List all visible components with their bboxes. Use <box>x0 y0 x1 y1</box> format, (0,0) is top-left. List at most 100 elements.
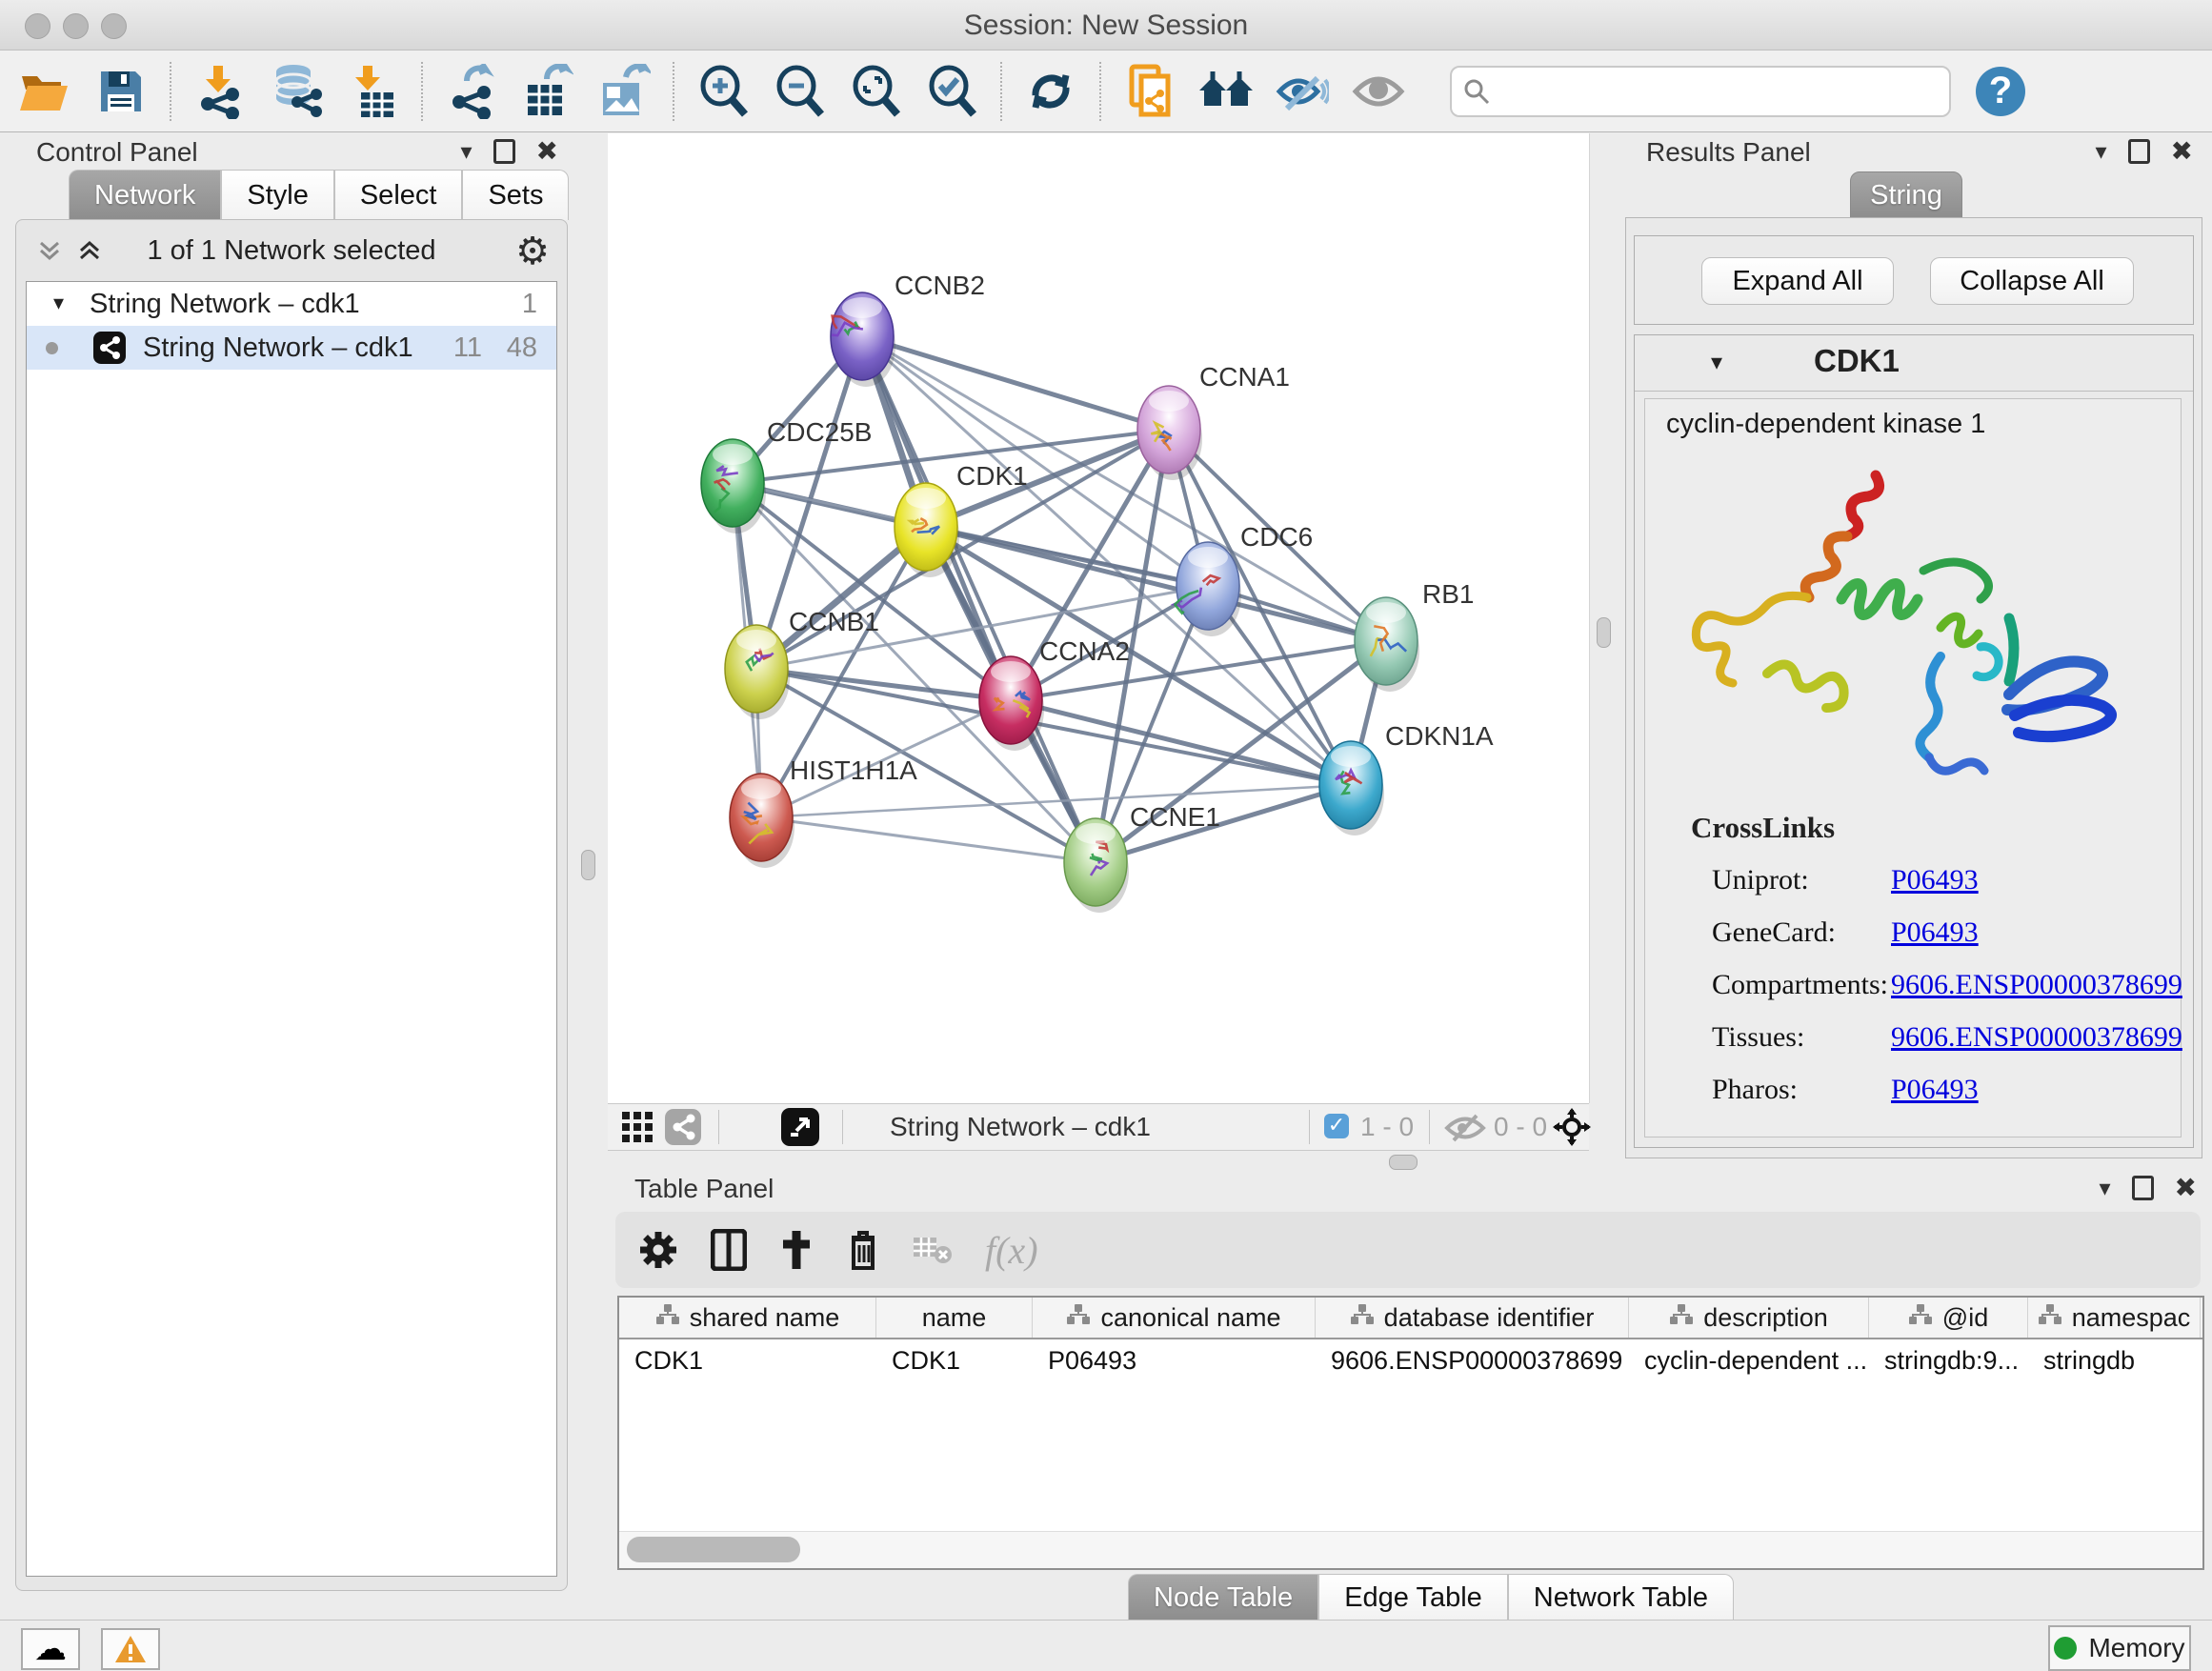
column-type-icon <box>2038 1303 2062 1333</box>
create-column-icon[interactable] <box>779 1229 814 1271</box>
table-cell[interactable]: cyclin-dependent ... <box>1629 1339 1869 1383</box>
tab-style[interactable]: Style <box>221 170 333 220</box>
network-row[interactable]: String Network – cdk1 11 48 <box>27 326 556 370</box>
tab-select[interactable]: Select <box>334 170 463 220</box>
help-button[interactable]: ? <box>1976 67 2025 116</box>
hidden-eye-icon[interactable] <box>1444 1113 1486 1148</box>
window-title: Session: New Session <box>0 10 2212 42</box>
control-panel-close-icon[interactable]: ✖ <box>536 135 558 167</box>
function-builder-icon[interactable]: f(x) <box>985 1228 1038 1273</box>
table-cell[interactable]: CDK1 <box>619 1339 876 1383</box>
expand-all-button[interactable]: Expand All <box>1701 257 1894 305</box>
results-panel-close-icon[interactable]: ✖ <box>2171 135 2193 167</box>
apply-layout-button[interactable] <box>1019 62 1082 121</box>
export-network-button[interactable] <box>440 62 503 121</box>
export-image-button[interactable] <box>593 62 655 121</box>
zoom-out-button[interactable] <box>768 62 831 121</box>
fit-content-crosshair-icon[interactable] <box>1553 1108 1591 1151</box>
table-panel-close-icon[interactable]: ✖ <box>2175 1172 2197 1203</box>
delete-column-icon[interactable] <box>846 1228 880 1272</box>
table-cell[interactable]: CDK1 <box>876 1339 1033 1383</box>
table-cell[interactable]: P06493 <box>1033 1339 1316 1383</box>
grid-view-icon[interactable] <box>621 1111 654 1148</box>
crosslink-link[interactable]: P06493 <box>1891 864 1979 896</box>
network-node-CCNE1[interactable]: CCNE1 <box>1064 802 1220 913</box>
crosslink-link[interactable]: 9606.ENSP00000378699 <box>1891 969 2182 1001</box>
collapse-all-button[interactable]: Collapse All <box>1930 257 2134 305</box>
tab-network[interactable]: Network <box>69 170 221 220</box>
network-edge-HIST1H1A-CCNE1[interactable] <box>761 817 1096 862</box>
crosslink-label: Pharos: <box>1712 1074 1798 1106</box>
open-session-button[interactable] <box>13 62 76 121</box>
collection-expand-icon[interactable]: ▾ <box>53 282 64 326</box>
tab-sets[interactable]: Sets <box>462 170 569 220</box>
tab-edge-table[interactable]: Edge Table <box>1318 1574 1508 1621</box>
right-panel-divider[interactable] <box>1589 133 1621 1143</box>
show-columns-icon[interactable] <box>711 1229 747 1271</box>
column-header-description[interactable]: description <box>1629 1298 1869 1338</box>
show-all-button[interactable] <box>1347 62 1410 121</box>
column-header-label: name <box>922 1303 987 1333</box>
birds-eye-view-icon[interactable] <box>781 1108 819 1151</box>
network-node-CCNB1[interactable]: CCNB1 <box>725 607 879 719</box>
table-panel-float-icon[interactable] <box>2132 1176 2154 1200</box>
column-header-canonical-name[interactable]: canonical name <box>1033 1298 1316 1338</box>
network-edge-CCNB2-CCNA1[interactable] <box>862 336 1169 430</box>
string-results-box: Expand All Collapse All ▾ CDK1 cyclin-de… <box>1625 217 2202 1158</box>
gene-card-header[interactable]: ▾ CDK1 <box>1635 335 2193 392</box>
results-panel-float-icon[interactable] <box>2128 139 2150 164</box>
import-table-file-button[interactable] <box>341 62 404 121</box>
column-header-name[interactable]: name <box>876 1298 1033 1338</box>
export-table-button[interactable] <box>516 62 579 121</box>
import-network-database-button[interactable] <box>265 62 328 121</box>
warnings-button[interactable] <box>101 1628 160 1670</box>
table-cell[interactable]: 9606.ENSP00000378699 <box>1316 1339 1629 1383</box>
horizontal-splitter-handle[interactable] <box>1389 1155 1418 1170</box>
table-horizontal-scrollbar[interactable] <box>619 1531 2202 1568</box>
network-node-CCNA1[interactable]: CCNA1 <box>1137 362 1290 480</box>
table-panel-collapse-icon[interactable]: ▾ <box>2099 1175 2110 1201</box>
column-header-database-identifier[interactable]: database identifier <box>1316 1298 1629 1338</box>
column-header-@id[interactable]: @id <box>1869 1298 2028 1338</box>
column-header-shared-name[interactable]: shared name <box>619 1298 876 1338</box>
status-bar: ☁ Memory <box>0 1620 2212 1671</box>
gene-symbol: CDK1 <box>1814 343 1900 379</box>
delete-table-icon[interactable] <box>913 1234 953 1266</box>
network-options-gear-icon[interactable]: ⚙ <box>515 230 550 273</box>
crosslink-link[interactable]: 9606.ENSP00000378699 <box>1891 1021 2182 1054</box>
crosslink-link[interactable]: P06493 <box>1891 916 1979 949</box>
gene-collapse-icon[interactable]: ▾ <box>1711 349 1722 375</box>
table-cell[interactable]: stringdb:9... <box>1869 1339 2028 1383</box>
crosslink-link[interactable]: P06493 <box>1891 1074 1979 1106</box>
results-panel-collapse-icon[interactable]: ▾ <box>2095 138 2106 165</box>
zoom-selected-button[interactable] <box>920 62 983 121</box>
control-panel-float-icon[interactable] <box>493 139 515 164</box>
search-input[interactable] <box>1490 75 1894 107</box>
memory-button[interactable]: Memory <box>2048 1625 2191 1671</box>
control-panel-collapse-icon[interactable]: ▾ <box>460 138 472 165</box>
cloud-status-button[interactable]: ☁ <box>21 1628 80 1670</box>
save-session-button[interactable] <box>90 62 152 121</box>
string-home-button[interactable] <box>1195 62 1257 121</box>
import-network-file-button[interactable] <box>189 62 251 121</box>
tab-node-table[interactable]: Node Table <box>1128 1574 1318 1621</box>
tab-string[interactable]: String <box>1850 171 1962 219</box>
scrollbar-thumb[interactable] <box>627 1537 800 1562</box>
clone-network-button[interactable] <box>1118 62 1181 121</box>
table-row[interactable]: CDK1CDK1P064939606.ENSP00000378699cyclin… <box>619 1339 2202 1383</box>
hide-selected-button[interactable] <box>1271 62 1334 121</box>
network-node-CDKN1A[interactable]: CDKN1A <box>1319 721 1494 836</box>
network-node-RB1[interactable]: RB1 <box>1355 579 1474 692</box>
table-cell[interactable]: stringdb <box>2028 1339 2201 1383</box>
selected-nodes-edges-count: 1 - 0 <box>1360 1112 1414 1142</box>
network-view-canvas[interactable]: CCNB2CCNA1CDC25BCDK1CDC6RB1CCNB1CCNA2CDK… <box>608 133 1590 1103</box>
zoom-in-button[interactable] <box>692 62 754 121</box>
tab-network-table[interactable]: Network Table <box>1508 1574 1734 1621</box>
table-options-gear-icon[interactable] <box>638 1230 678 1270</box>
network-share-icon[interactable] <box>665 1109 701 1150</box>
network-collection-row[interactable]: ▾ String Network – cdk1 1 <box>27 282 556 326</box>
selected-count-checkbox[interactable]: ✓ <box>1324 1114 1349 1138</box>
column-header-namespac[interactable]: namespac <box>2028 1298 2201 1338</box>
zoom-fit-button[interactable] <box>844 62 907 121</box>
left-panel-divider[interactable] <box>573 133 606 1143</box>
